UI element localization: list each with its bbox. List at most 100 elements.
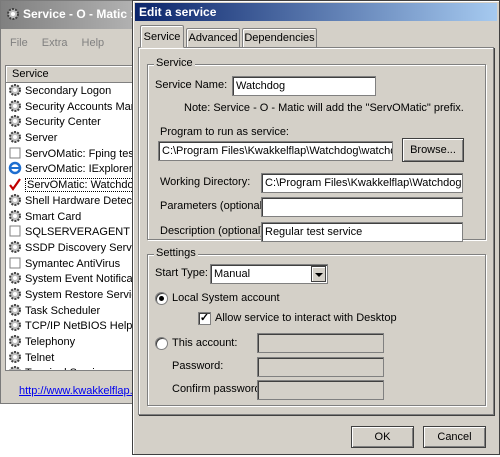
- service-name-label: Service Name:: [155, 79, 228, 91]
- main-title-bar[interactable]: Service - O - Matic 1.: [1, 1, 149, 29]
- menu-file[interactable]: File: [10, 37, 28, 49]
- edit-service-dialog: Edit a service Service Advanced Dependen…: [132, 0, 500, 455]
- service-row[interactable]: Shell Hardware Detectio: [6, 193, 149, 209]
- gear-icon: [8, 193, 22, 207]
- service-list[interactable]: Service Secondary Logon Security Accounts…: [5, 65, 149, 371]
- service-row[interactable]: ServOMatic: IExplorer: [6, 161, 149, 177]
- interact-desktop-label[interactable]: Allow service to interact with Desktop: [215, 312, 397, 324]
- service-row[interactable]: Smart Card: [6, 209, 149, 225]
- gear-icon: [8, 130, 22, 144]
- service-row[interactable]: TCP/IP NetBIOS Helper: [6, 318, 149, 334]
- chevron-down-icon[interactable]: [311, 266, 326, 282]
- working-directory-label: Working Directory:: [160, 176, 251, 188]
- service-row-label: ServOMatic: Watchdog: [25, 178, 142, 193]
- account-input[interactable]: [257, 333, 384, 353]
- main-window: Service - O - Matic 1. File Extra Help S…: [0, 0, 150, 404]
- service-row-label: System Event Notificatio: [25, 273, 145, 286]
- app-gear-icon: [7, 8, 19, 20]
- checkmark-icon: [8, 177, 22, 191]
- browse-button[interactable]: Browse...: [402, 138, 464, 162]
- description-input[interactable]: Regular test service: [261, 222, 463, 242]
- service-column-header[interactable]: Service: [6, 66, 149, 83]
- gear-icon: [8, 303, 22, 317]
- gear-icon: [8, 365, 22, 370]
- service-row-label: ServOMatic: Fping test: [25, 147, 137, 160]
- menu-help[interactable]: Help: [82, 37, 105, 49]
- service-name-input[interactable]: Watchdog: [232, 76, 376, 96]
- service-row-label: SQLSERVERAGENT: [25, 226, 130, 239]
- service-row[interactable]: Telephony: [6, 334, 149, 350]
- gear-icon: [8, 114, 22, 128]
- tab-dependencies[interactable]: Dependencies: [242, 28, 317, 47]
- service-row[interactable]: ServOMatic: Watchdog: [6, 177, 149, 193]
- service-row[interactable]: Terminal Services: [6, 365, 149, 370]
- working-directory-input[interactable]: C:\Program Files\Kwakkelflap\Watchdog: [261, 173, 463, 193]
- service-group-legend: Service: [154, 57, 195, 69]
- gear-icon: [8, 99, 22, 113]
- service-row-label: Telnet: [25, 351, 55, 364]
- service-row-label: TCP/IP NetBIOS Helper: [25, 320, 143, 333]
- service-row-label: Shell Hardware Detectio: [25, 194, 144, 207]
- service-row[interactable]: System Event Notificatio: [6, 271, 149, 287]
- gear-icon: [8, 240, 22, 254]
- service-row-label: Security Accounts Mana: [25, 100, 144, 113]
- service-row[interactable]: SQLSERVERAGENT: [6, 224, 149, 240]
- service-row[interactable]: System Restore Service: [6, 287, 149, 303]
- service-row-label: Server: [25, 132, 58, 145]
- gear-icon: [8, 209, 22, 223]
- description-label: Description (optional):: [160, 225, 267, 237]
- parameters-label: Parameters (optional):: [160, 200, 269, 212]
- service-row-label: Symantec AntiVirus: [25, 257, 121, 270]
- interact-desktop-checkbox[interactable]: ✓: [198, 312, 211, 325]
- radio-selected-dot: [159, 296, 164, 301]
- gear-icon: [8, 318, 22, 332]
- cancel-button[interactable]: Cancel: [423, 426, 486, 448]
- menu-extra[interactable]: Extra: [42, 37, 68, 49]
- prefix-note: Note: Service - O - Matic will add the "…: [184, 102, 464, 114]
- gear-icon: [8, 334, 22, 348]
- confirm-password-label: Confirm password:: [172, 383, 264, 395]
- service-row-label: Secondary Logon: [25, 85, 112, 97]
- program-path-input[interactable]: C:\Program Files\Kwakkelflap\Watchdog\wa…: [158, 141, 393, 161]
- service-row[interactable]: Task Scheduler: [6, 303, 149, 319]
- confirm-password-input[interactable]: [257, 380, 384, 400]
- service-row[interactable]: ServOMatic: Fping test: [6, 146, 149, 162]
- start-type-select[interactable]: Manual: [210, 264, 328, 284]
- service-row-label: Smart Card: [25, 210, 82, 223]
- service-group: Service Service Name: Watchdog Note: Ser…: [147, 57, 486, 242]
- tab-service[interactable]: Service: [140, 25, 184, 48]
- service-row-label: SSDP Discovery Service: [25, 241, 146, 254]
- service-row-label: Telephony: [25, 336, 76, 348]
- service-tab-panel: Service Service Name: Watchdog Note: Ser…: [138, 47, 494, 415]
- website-link[interactable]: http://www.kwakkelflap.c: [19, 385, 138, 397]
- local-system-radio[interactable]: [155, 292, 168, 305]
- this-account-label[interactable]: This account:: [172, 337, 237, 349]
- blank-icon: [8, 256, 22, 270]
- service-row-label: System Restore Service: [25, 288, 143, 301]
- tab-advanced[interactable]: Advanced: [186, 28, 240, 47]
- start-type-label: Start Type:: [155, 267, 208, 279]
- local-system-label[interactable]: Local System account: [172, 292, 280, 304]
- service-row[interactable]: Security Accounts Mana: [6, 99, 149, 115]
- service-row-label: Terminal Services: [25, 367, 112, 370]
- ok-button[interactable]: OK: [351, 426, 414, 448]
- password-label: Password:: [172, 360, 224, 372]
- dialog-title[interactable]: Edit a service: [135, 3, 497, 21]
- program-label: Program to run as service:: [160, 126, 289, 138]
- service-row[interactable]: Security Center: [6, 114, 149, 130]
- service-row[interactable]: Secondary Logon: [6, 83, 149, 99]
- parameters-input[interactable]: [261, 197, 463, 217]
- gear-icon: [8, 287, 22, 301]
- gear-icon: [8, 350, 22, 364]
- blank-icon: [8, 224, 22, 238]
- service-row-label: Task Scheduler: [25, 304, 101, 317]
- start-type-value: Manual: [214, 268, 251, 280]
- service-row[interactable]: Server: [6, 130, 149, 146]
- service-row[interactable]: SSDP Discovery Service: [6, 240, 149, 256]
- service-row[interactable]: Symantec AntiVirus: [6, 256, 149, 272]
- service-row[interactable]: Telnet: [6, 350, 149, 366]
- service-row-label: Security Center: [25, 116, 101, 129]
- this-account-radio[interactable]: [155, 337, 168, 350]
- blank-icon: [8, 146, 22, 160]
- password-input[interactable]: [257, 357, 384, 377]
